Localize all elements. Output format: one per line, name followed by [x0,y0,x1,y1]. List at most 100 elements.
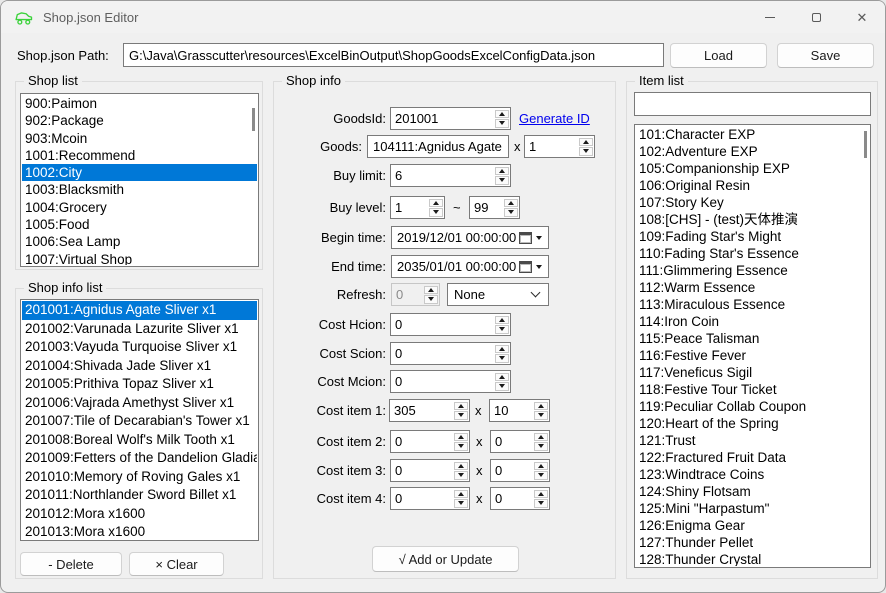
shop-list-item[interactable]: 1003:Blacksmith [22,181,257,198]
goods-qty-input[interactable] [525,136,578,157]
cost-item-2-qty-input[interactable] [491,431,533,452]
clear-button[interactable]: × Clear [129,552,224,576]
item-list-item[interactable]: 109:Fading Star's Might [636,228,869,245]
spin-up-button[interactable] [454,402,468,411]
shop-info-list-item[interactable]: 201012:Mora x1600 [22,505,257,524]
spin-down-button[interactable] [579,147,593,156]
item-list-item[interactable]: 115:Peace Talisman [636,330,869,347]
shop-info-list-item[interactable]: 201013:Mora x1600 [22,523,257,539]
shop-list-item[interactable]: 1006:Sea Lamp [22,233,257,250]
item-list-item[interactable]: 126:Enigma Gear [636,517,869,534]
spin-up-button[interactable] [495,373,509,382]
cost-item-1-id-input[interactable] [390,400,453,421]
item-list-item[interactable]: 125:Mini "Harpastum" [636,500,869,517]
spin-up-button[interactable] [534,402,548,411]
item-list-item[interactable]: 124:Shiny Flotsam [636,483,869,500]
spin-down-button[interactable] [495,176,509,185]
shop-list-item[interactable]: 1001:Recommend [22,147,257,164]
buy-level-min-input[interactable] [391,197,428,218]
cost-item-2-id-input[interactable] [391,431,453,452]
end-time-picker[interactable]: 2035/01/01 00:00:00 [391,255,549,278]
spin-down-button[interactable] [495,382,509,391]
item-list-item[interactable]: 127:Thunder Pellet [636,534,869,551]
spin-down-button[interactable] [454,471,468,480]
spin-up-button[interactable] [534,433,548,442]
spin-up-button[interactable] [454,462,468,471]
spin-down-button[interactable] [454,411,468,420]
shop-list-item[interactable]: 1007:Virtual Shop [22,251,257,265]
spin-up-button[interactable] [579,138,593,147]
shop-list-item[interactable]: 1002:City [22,164,257,181]
spin-up-button[interactable] [429,199,443,208]
shop-list-item[interactable]: 1004:Grocery [22,199,257,216]
spin-down-button[interactable] [495,354,509,363]
spin-down-button[interactable] [495,325,509,334]
shop-info-list-item[interactable]: 201006:Vajrada Amethyst Sliver x1 [22,394,257,413]
shop-list-item[interactable]: 903:Mcoin [22,130,257,147]
item-list-item[interactable]: 123:Windtrace Coins [636,466,869,483]
item-list-item[interactable]: 101:Character EXP [636,126,869,143]
shop-info-list-item[interactable]: 201001:Agnidus Agate Sliver x1 [22,301,257,320]
item-list-item[interactable]: 112:Warm Essence [636,279,869,296]
cost-hcion-input[interactable] [391,314,494,335]
cost-item-4-qty-input[interactable] [491,488,533,509]
spin-down-button[interactable] [495,119,509,128]
item-list-item[interactable]: 111:Glimmering Essence [636,262,869,279]
item-list-item[interactable]: 108:[CHS] - (test)天体推演 [636,211,869,228]
shop-info-list-item[interactable]: 201003:Vayuda Turquoise Sliver x1 [22,338,257,357]
spin-down-button[interactable] [534,442,548,451]
item-search-input[interactable] [634,92,871,116]
item-list-item[interactable]: 113:Miraculous Essence [636,296,869,313]
spin-up-button[interactable] [495,316,509,325]
item-list-item[interactable]: 122:Fractured Fruit Data [636,449,869,466]
path-input[interactable] [123,43,664,67]
spin-up-button[interactable] [495,167,509,176]
goods-input[interactable] [367,135,509,158]
generate-id-link[interactable]: Generate ID [519,111,590,126]
item-list-item[interactable]: 110:Fading Star's Essence [636,245,869,262]
spin-up-button[interactable] [504,199,518,208]
maximize-button[interactable] [793,1,839,33]
item-list-item[interactable]: 114:Iron Coin [636,313,869,330]
spin-up-button[interactable] [495,110,509,119]
spin-down-button[interactable] [429,208,443,217]
item-list-item[interactable]: 128:Thunder Crystal [636,551,869,566]
cost-item-4-id-input[interactable] [391,488,453,509]
delete-button[interactable]: - Delete [20,552,122,576]
shop-list-item[interactable]: 1005:Food [22,216,257,233]
shop-info-list-item[interactable]: 201005:Prithiva Topaz Sliver x1 [22,375,257,394]
item-list-item[interactable]: 106:Original Resin [636,177,869,194]
item-list-scrollbar-thumb[interactable] [864,131,867,158]
spin-up-button[interactable] [495,345,509,354]
buy-level-max-input[interactable] [470,197,503,218]
item-list-item[interactable]: 118:Festive Tour Ticket [636,381,869,398]
spin-up-button[interactable] [424,286,438,295]
shop-info-list-item[interactable]: 201002:Varunada Lazurite Sliver x1 [22,320,257,339]
cost-mcion-input[interactable] [391,371,494,392]
goodsid-input[interactable] [391,108,494,129]
cost-scion-input[interactable] [391,343,494,364]
save-button[interactable]: Save [777,43,874,68]
shop-list-item[interactable]: 902:Package [22,112,257,129]
shop-info-list-item[interactable]: 201004:Shivada Jade Sliver x1 [22,357,257,376]
add-or-update-button[interactable]: √ Add or Update [372,546,519,572]
buy-limit-input[interactable] [391,165,494,186]
item-list-item[interactable]: 102:Adventure EXP [636,143,869,160]
shop-info-list-item[interactable]: 201009:Fetters of the Dandelion Gladiato [22,449,257,468]
cost-item-3-id-input[interactable] [391,460,453,481]
item-list-item[interactable]: 107:Story Key [636,194,869,211]
minimize-button[interactable] [747,1,793,33]
load-button[interactable]: Load [670,43,767,68]
shop-info-list-item[interactable]: 201011:Northlander Sword Billet x1 [22,486,257,505]
spin-up-button[interactable] [534,462,548,471]
spin-down-button[interactable] [534,471,548,480]
item-list-item[interactable]: 119:Peculiar Collab Coupon [636,398,869,415]
shop-info-list-item[interactable]: 201007:Tile of Decarabian's Tower x1 [22,412,257,431]
cost-item-3-qty-input[interactable] [491,460,533,481]
item-list-item[interactable]: 120:Heart of the Spring [636,415,869,432]
spin-up-button[interactable] [454,490,468,499]
item-list-item[interactable]: 117:Veneficus Sigil [636,364,869,381]
shop-list-scrollbar-thumb[interactable] [252,108,255,131]
shop-list-item[interactable]: 900:Paimon [22,95,257,112]
refresh-mode-select[interactable]: None [447,283,549,306]
